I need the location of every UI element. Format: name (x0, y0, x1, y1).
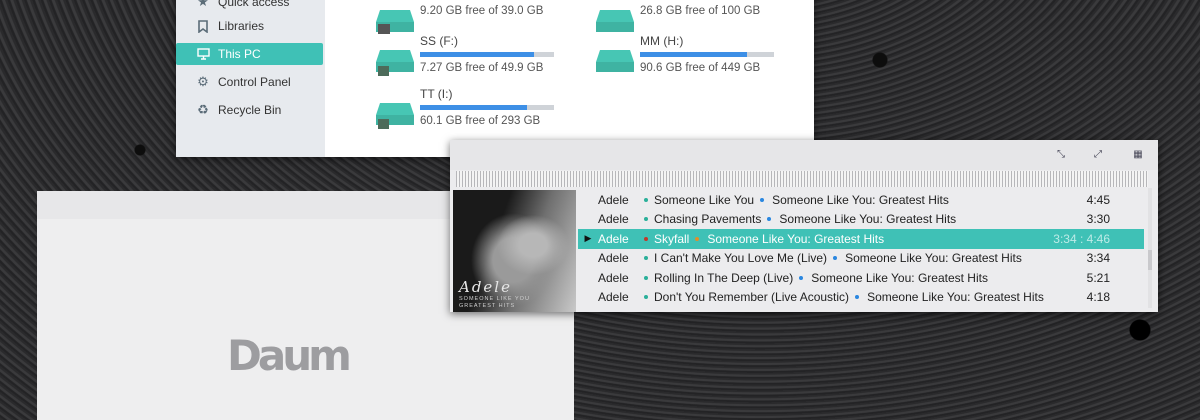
dot-icon (642, 274, 650, 282)
dot-icon (693, 235, 701, 243)
drive-free-space: 9.20 GB free of 39.0 GB (420, 5, 544, 17)
compact-mode-icon[interactable]: ⤡ (1054, 148, 1068, 162)
dot-icon (853, 293, 861, 301)
dot-icon (797, 274, 805, 282)
track-row[interactable]: Adele Rolling In The Deep (Live) Someone… (578, 268, 1144, 288)
navigation-pane: ★ Quick access Libraries This PC ⚙ Contr… (176, 0, 325, 157)
track-row[interactable]: Adele Someone Like You Someone Like You:… (578, 190, 1144, 210)
track-title: Someone Like You (654, 192, 755, 207)
dot-icon (642, 235, 650, 243)
track-album: Someone Like You: Greatest Hits (707, 231, 885, 246)
track-row-playing[interactable]: ▶ Adele Skyfall Someone Like You: Greate… (578, 229, 1144, 249)
album-cover: Adele SOMEONE LIKE YOU GREATEST HITS (453, 190, 576, 312)
track-album: Someone Like You: Greatest Hits (811, 270, 988, 285)
drive-usage-fill (640, 52, 748, 57)
dot-icon (758, 196, 766, 204)
track-album: Someone Like You: Greatest Hits (779, 212, 957, 227)
gear-icon: ⚙ (197, 74, 209, 89)
cover-artist: Adele (459, 278, 512, 296)
nav-item-label: Recycle Bin (218, 103, 282, 117)
playlist-scrollbar[interactable] (1148, 188, 1152, 308)
drive-usage-bar (640, 52, 774, 57)
track-duration: 4:45 (1086, 192, 1110, 207)
track-title: I Can't Make You Love Me (Live) (654, 251, 828, 266)
track-title: Skyfall (654, 231, 690, 246)
play-indicator-icon: ▶ (584, 233, 592, 244)
track-album: Someone Like You: Greatest Hits (845, 251, 1022, 266)
nav-item-label: This PC (218, 47, 261, 61)
monitor-icon (196, 47, 210, 61)
drive-name: MM (H:) (640, 34, 684, 48)
drive-free-space: 60.1 GB free of 293 GB (420, 115, 541, 127)
drive-usage-bar (420, 105, 554, 110)
dot-icon (642, 215, 650, 223)
expand-icon[interactable]: ⤢ (1091, 148, 1105, 162)
drive-usage-bar (420, 52, 554, 57)
daum-logo[interactable]: Daum (227, 331, 352, 380)
dot-icon (831, 254, 839, 262)
track-artist: Adele (598, 270, 629, 285)
drive-icon (596, 50, 634, 72)
music-player-window: ⤡ ⤢ ▦ Adele SOMEONE LIKE YOU GREATEST HI… (450, 140, 1158, 312)
scrollbar-thumb[interactable] (1148, 250, 1152, 270)
nav-item-quick-access[interactable]: ★ Quick access (176, 0, 323, 13)
nav-item-control-panel[interactable]: ⚙ Control Panel (176, 71, 323, 93)
drive-item[interactable]: TT (I:) 60.1 GB free of 293 GB (376, 87, 566, 135)
nav-item-libraries[interactable]: Libraries (176, 15, 323, 37)
track-row[interactable]: Adele I Can't Make You Love Me (Live) So… (578, 249, 1144, 269)
track-row[interactable]: Adele Chasing Pavements Someone Like You… (578, 210, 1144, 230)
drive-icon (376, 50, 414, 76)
track-artist: Adele (598, 251, 629, 266)
track-row[interactable]: Adele Don't You Remember (Live Acoustic)… (578, 288, 1144, 308)
track-artist: Adele (598, 231, 629, 246)
drive-windows-icon (376, 10, 414, 34)
drive-free-space: 7.27 GB free of 49.9 GB (420, 62, 544, 74)
track-duration: 3:30 (1086, 212, 1110, 227)
drive-item[interactable]: MM (H:) 90.6 GB free of 449 GB (596, 34, 786, 82)
track-artist: Adele (598, 290, 629, 305)
track-elapsed: 3:34 : 4:46 (1053, 231, 1110, 246)
dot-icon (642, 254, 650, 262)
cover-album: SOMEONE LIKE YOU GREATEST HITS (459, 296, 530, 309)
track-title: Don't You Remember (Live Acoustic) (654, 290, 850, 305)
track-album: Someone Like You: Greatest Hits (867, 290, 1044, 305)
player-title-bar: ⤡ ⤢ ▦ (450, 140, 1158, 170)
playlist: Adele Someone Like You Someone Like You:… (578, 190, 1144, 307)
waveform-seekbar[interactable] (456, 171, 1148, 187)
track-album: Someone Like You: Greatest Hits (772, 192, 949, 207)
track-duration: 4:18 (1086, 290, 1110, 305)
nav-item-this-pc[interactable]: This PC (176, 43, 323, 65)
track-title: Rolling In The Deep (Live) (654, 270, 794, 285)
dot-icon (642, 196, 650, 204)
dot-icon (765, 215, 773, 223)
drive-icon (596, 10, 634, 32)
recycle-icon: ♻ (197, 102, 209, 117)
drive-item[interactable]: SS (F:) 7.27 GB free of 49.9 GB (376, 34, 566, 82)
bookmark-icon (196, 19, 210, 33)
file-explorer-window: ★ Quick access Libraries This PC ⚙ Contr… (176, 0, 814, 157)
drive-name: SS (F:) (420, 34, 458, 48)
nav-item-label: Libraries (218, 19, 265, 33)
nav-item-label: Control Panel (218, 75, 291, 89)
track-title: Chasing Pavements (654, 212, 762, 227)
drive-name: TT (I:) (420, 87, 453, 101)
nav-item-label: Quick access (218, 0, 290, 9)
drive-free-space: 26.8 GB free of 100 GB (640, 5, 761, 17)
track-duration: 3:34 (1086, 251, 1110, 266)
drive-usage-fill (420, 105, 528, 110)
nav-item-recycle-bin[interactable]: ♻ Recycle Bin (176, 99, 323, 121)
grid-menu-icon[interactable]: ▦ (1131, 148, 1145, 162)
drive-free-space: 90.6 GB free of 449 GB (640, 62, 761, 74)
track-artist: Adele (598, 192, 629, 207)
star-icon: ★ (197, 0, 209, 9)
drive-icon (376, 103, 414, 129)
dot-icon (642, 293, 650, 301)
track-duration: 5:21 (1086, 270, 1110, 285)
track-artist: Adele (598, 212, 629, 227)
drive-usage-fill (420, 52, 534, 57)
